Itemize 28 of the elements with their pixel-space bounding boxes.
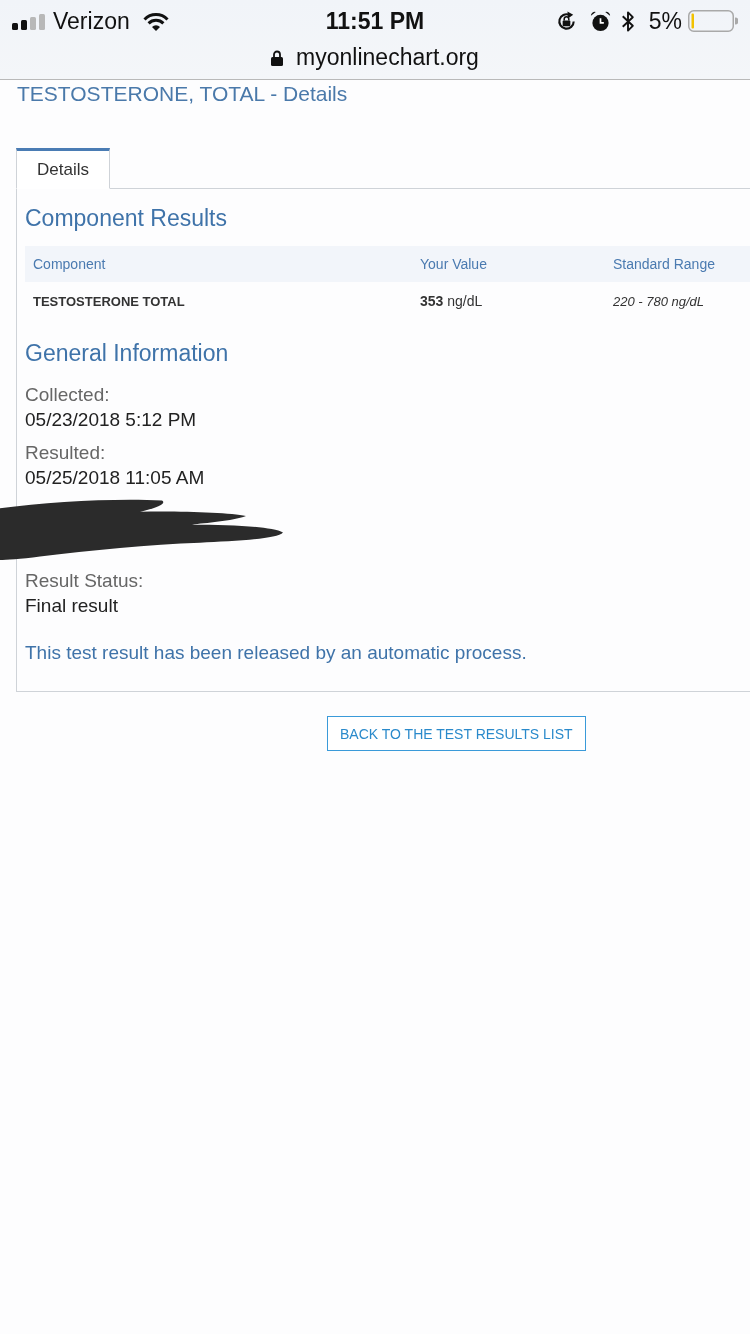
battery-icon — [688, 10, 738, 32]
field-label: Collected: — [25, 383, 110, 407]
address-url[interactable]: myonlinechart.org — [296, 44, 479, 71]
table-cell-text: TESTOSTERONE TOTAL — [32, 293, 185, 309]
column-header: Your Value — [420, 256, 487, 272]
lock-icon — [271, 49, 284, 66]
bluetooth-icon — [620, 9, 635, 33]
page-title: TESTOSTERONE, TOTAL - Details — [17, 82, 349, 106]
back-to-results-button[interactable]: BACK TO THE TEST RESULTS LIST — [327, 716, 586, 751]
signal-icon — [12, 14, 46, 30]
carrier-name: Verizon — [53, 7, 130, 35]
wifi-icon — [142, 11, 169, 31]
field-label: Result Status: — [25, 569, 144, 593]
field-value: 05/23/2018 5:12 PM — [25, 408, 197, 432]
field-value: Final result — [25, 594, 118, 618]
battery-percent: 5% — [648, 7, 682, 35]
clock-time: 11:51 PM — [325, 7, 425, 35]
release-note: This test result has been released by an automatic process. — [25, 641, 528, 665]
column-header: Standard Range — [613, 256, 715, 272]
section-title: General Information — [25, 339, 230, 368]
tab[interactable]: Details — [16, 148, 110, 189]
column-header: Component — [32, 256, 106, 272]
alarm-clock-icon — [589, 10, 611, 32]
field-value: 05/25/2018 11:05 AM — [25, 466, 205, 490]
field-label: Resulted: — [25, 441, 106, 465]
section-title: Component Results — [25, 204, 228, 233]
table-cell: 220 - 780 ng/dL — [613, 293, 705, 309]
table-cell: 353 ng/dL — [420, 293, 483, 309]
